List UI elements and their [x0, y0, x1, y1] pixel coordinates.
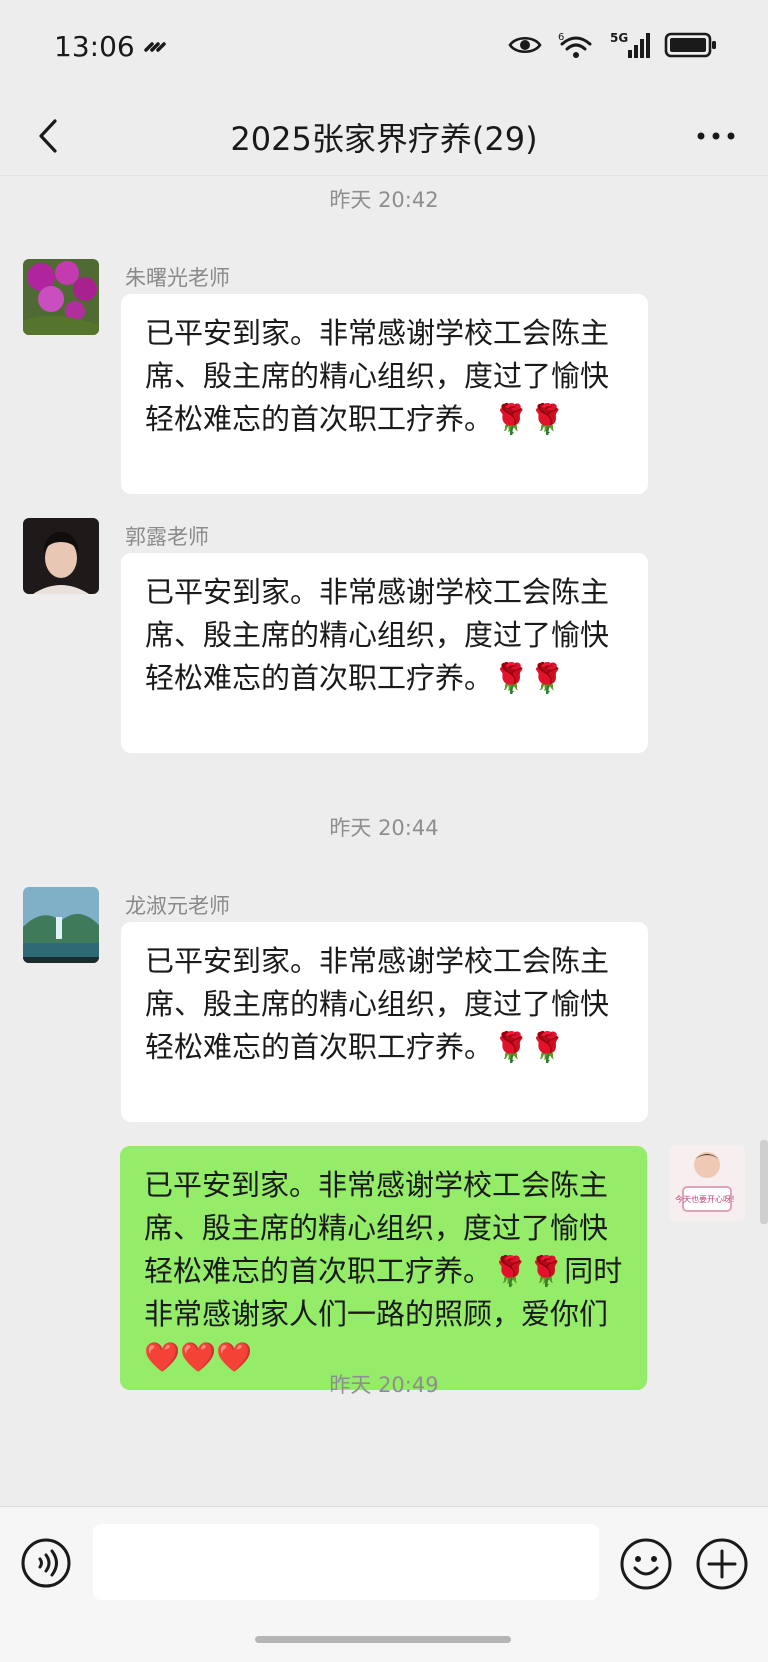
network-label: 5G [610, 31, 628, 45]
sender-name: 郭露老师 [125, 525, 209, 549]
message-bubble-own[interactable]: 已平安到家。非常感谢学校工会陈主席、殷主席的精心组织，度过了愉快轻松难忘的首次职… [120, 1146, 647, 1390]
message-bubble[interactable]: 已平安到家。非常感谢学校工会陈主席、殷主席的精心组织，度过了愉快轻松难忘的首次职… [121, 553, 648, 753]
scrollbar[interactable] [760, 1140, 768, 1224]
emoji-icon [620, 1538, 672, 1590]
message-input[interactable] [93, 1524, 599, 1600]
more-dots-icon [697, 132, 735, 140]
signal-5g-icon: 5G [610, 31, 650, 58]
status-time: 13:06 [54, 30, 135, 63]
message-bubble[interactable]: 已平安到家。非常感谢学校工会陈主席、殷主席的精心组织，度过了愉快轻松难忘的首次职… [121, 922, 648, 1122]
avatar[interactable] [23, 887, 99, 963]
sender-name: 龙淑元老师 [125, 894, 230, 918]
avatar[interactable] [23, 518, 99, 594]
timestamp: 昨天 20:42 [329, 188, 439, 212]
battery-icon [664, 32, 716, 58]
status-icons: 6 5G [508, 30, 718, 60]
emoji-button[interactable] [619, 1537, 673, 1591]
eye-icon [508, 36, 542, 54]
wifi-icon: 6 [558, 32, 592, 58]
message-bubble[interactable]: 已平安到家。非常感谢学校工会陈主席、殷主席的精心组织，度过了愉快轻松难忘的首次职… [121, 294, 648, 494]
chat-header: 2025张家界疗养(29) [0, 96, 768, 176]
chat-title: 2025张家界疗养(29) [230, 120, 538, 158]
plus-button[interactable] [695, 1537, 749, 1591]
voice-button[interactable] [20, 1537, 72, 1589]
link-icon [144, 42, 166, 52]
plus-icon [696, 1538, 748, 1590]
status-bar: 13:06 6 5G [0, 0, 768, 96]
home-indicator[interactable] [255, 1636, 511, 1643]
avatar[interactable] [23, 259, 99, 335]
timestamp: 昨天 20:49 [329, 1373, 439, 1397]
avatar-caption: 今天也要开心呀！ [675, 1194, 739, 1204]
more-button[interactable] [688, 112, 744, 160]
message-list[interactable]: 昨天 20:42 朱曙光老师 已平安到家。非常感谢学校工会陈主席、殷主席的精心组… [0, 176, 768, 1506]
sender-name: 朱曙光老师 [125, 266, 230, 290]
avatar-own[interactable]: 今天也要开心呀！ [669, 1145, 745, 1221]
timestamp: 昨天 20:44 [329, 816, 439, 840]
voice-icon [21, 1538, 71, 1588]
